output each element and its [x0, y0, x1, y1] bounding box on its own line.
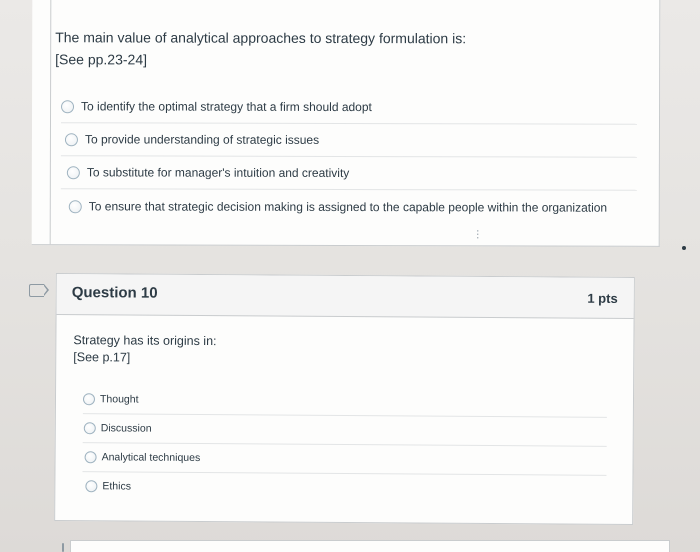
question-9-prompt: The main value of analytical approaches …: [55, 29, 467, 47]
next-question-flag-edge: [62, 543, 64, 552]
question-10-reference: [See p.17]: [73, 350, 131, 365]
quiz-page: The main value of analytical approaches …: [0, 0, 700, 552]
scroll-indicator: [682, 246, 686, 250]
answer-label: Analytical techniques: [101, 451, 201, 464]
answer-option[interactable]: To provide understanding of strategic is…: [60, 122, 637, 157]
radio-button-icon[interactable]: [64, 132, 78, 146]
question-10-card: Question 10 1 pts Strategy has its origi…: [54, 272, 635, 526]
radio-button-icon[interactable]: [66, 165, 80, 179]
radio-button-icon[interactable]: [83, 422, 96, 435]
question-9-body: The main value of analytical approaches …: [49, 0, 660, 246]
question-10-header: Question 10 1 pts: [56, 273, 634, 320]
answer-label: To identify the optimal strategy that a …: [81, 99, 372, 115]
flag-outline-icon[interactable]: [29, 283, 49, 297]
drag-handle-dots-icon[interactable]: ⋮: [473, 229, 483, 240]
radio-button-icon[interactable]: [85, 480, 98, 493]
question-9-answers: To identify the optimal strategy that a …: [60, 90, 637, 225]
answer-label: To ensure that strategic decision making…: [88, 199, 608, 215]
answer-option[interactable]: To substitute for manager's intuition an…: [60, 155, 637, 190]
answer-label: To substitute for manager's intuition an…: [86, 165, 350, 181]
answer-option[interactable]: To identify the optimal strategy that a …: [61, 90, 637, 124]
next-question-card: [70, 540, 670, 552]
answer-option[interactable]: Thought: [82, 385, 607, 417]
radio-button-icon[interactable]: [68, 199, 82, 213]
radio-button-icon[interactable]: [84, 451, 97, 464]
answer-label: Ethics: [102, 480, 132, 493]
question-10-prompt: Strategy has its origins in:: [73, 333, 217, 349]
radio-button-icon[interactable]: [61, 99, 75, 113]
answer-option[interactable]: Ethics: [82, 471, 607, 504]
answer-option[interactable]: Discussion: [82, 413, 607, 446]
answer-label: Discussion: [100, 422, 152, 435]
question-10-answers: Thought Discussion Analytical techniques…: [82, 385, 607, 504]
question-points: 1 pts: [587, 290, 618, 306]
question-title: Question 10: [71, 284, 158, 302]
answer-label: To provide understanding of strategic is…: [84, 132, 320, 147]
answer-option[interactable]: To ensure that strategic decision making…: [60, 188, 637, 225]
question-9-card: The main value of analytical approaches …: [31, 0, 661, 247]
question-9-reference: [See pp.23-24]: [55, 51, 148, 68]
radio-button-icon[interactable]: [82, 393, 96, 406]
answer-label: Thought: [99, 393, 139, 406]
answer-option[interactable]: Analytical techniques: [82, 442, 607, 475]
